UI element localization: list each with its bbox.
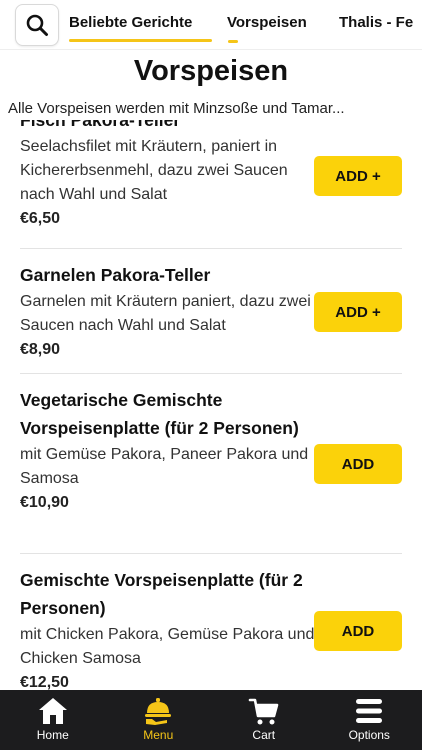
item-price: €10,90 xyxy=(20,494,69,511)
tab-vorspeisen[interactable]: Vorspeisen xyxy=(227,14,307,43)
item-name: Fisch Pakora-Teller xyxy=(20,120,181,130)
section-title: Vorspeisen xyxy=(133,55,289,87)
search-button[interactable] xyxy=(15,4,59,46)
menu-item: Garnelen Pakora-Teller Garnelen mit Kräu… xyxy=(20,261,402,361)
item-price: €8,90 xyxy=(20,341,61,358)
tab-thalis[interactable]: Thalis - Fe xyxy=(339,14,413,31)
item-price: €6,50 xyxy=(20,210,61,227)
nav-cart[interactable]: Cart xyxy=(211,690,317,750)
item-description: mit Chicken Pakora, Gemüse Pakora und Ch… xyxy=(20,626,315,667)
menu-item: Fisch Pakora-Teller Seelachsfilet mit Kr… xyxy=(20,120,402,230)
menu-item: Gemischte Vorspeisenplatte (für 2 Person… xyxy=(20,566,402,690)
add-button[interactable]: ADD xyxy=(314,444,402,484)
item-divider xyxy=(20,553,402,554)
tab-label: Beliebte Gerichte xyxy=(69,14,193,31)
tab-indicator xyxy=(228,40,238,43)
item-divider xyxy=(20,373,402,374)
item-description: mit Gemüse Pakora, Paneer Pakora und Sam… xyxy=(20,446,309,487)
tab-label: Thalis - Fe xyxy=(339,14,414,31)
nav-options[interactable]: Options xyxy=(317,690,422,750)
nav-menu[interactable]: Menu xyxy=(106,690,212,750)
section-description: Alle Vorspeisen werden mit Minzsoße und … xyxy=(8,100,345,117)
home-icon xyxy=(38,698,67,724)
category-bar: Beliebte Gerichte Vorspeisen Thalis - Fe xyxy=(0,0,422,50)
bottom-navigation: Home Menu Cart Options xyxy=(0,690,422,750)
menu-item-list: Fisch Pakora-Teller Seelachsfilet mit Kr… xyxy=(0,120,422,690)
category-tabs: Beliebte Gerichte Vorspeisen Thalis - Fe xyxy=(69,0,422,50)
item-divider xyxy=(20,248,402,249)
item-name: Gemischte Vorspeisenplatte (für 2 Person… xyxy=(20,570,303,618)
cart-icon xyxy=(248,698,279,725)
menu-item: Vegetarische Gemischte Vorspeisenplatte … xyxy=(20,386,402,514)
add-button[interactable]: ADD xyxy=(314,611,402,651)
tab-label: Vorspeisen xyxy=(227,14,307,31)
nav-home[interactable]: Home xyxy=(0,690,106,750)
search-icon xyxy=(26,14,48,36)
nav-label: Menu xyxy=(143,728,174,742)
item-name: Garnelen Pakora-Teller xyxy=(20,265,211,285)
item-name: Vegetarische Gemischte Vorspeisenplatte … xyxy=(20,390,299,438)
add-button[interactable]: ADD + xyxy=(314,156,402,196)
add-button[interactable]: ADD + xyxy=(314,292,402,332)
tab-beliebte-gerichte[interactable]: Beliebte Gerichte xyxy=(69,14,212,42)
nav-label: Options xyxy=(348,728,390,742)
options-icon xyxy=(356,699,383,723)
item-description: Garnelen mit Kräutern paniert, dazu zwei… xyxy=(20,293,311,334)
nav-label: Cart xyxy=(252,728,276,742)
item-price: €12,50 xyxy=(20,674,69,690)
item-description: Seelachsfilet mit Kräutern, paniert in K… xyxy=(20,138,288,203)
tab-active-indicator xyxy=(69,39,212,42)
nav-label: Home xyxy=(36,728,69,742)
menu-icon xyxy=(145,698,172,725)
